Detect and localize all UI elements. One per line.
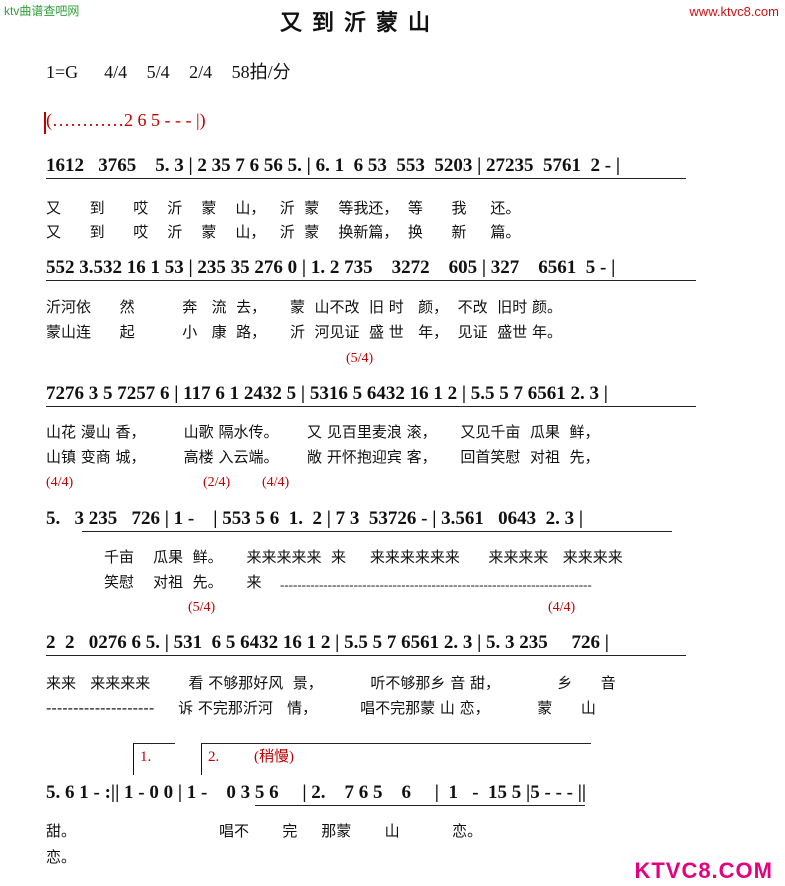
intro-bar [44,112,46,134]
lyrics-line-2b: 蒙山连 起 小 康 路， 沂 河见证 盛 世 年， 见证 盛世 年。 [46,323,562,341]
notation-line-3: 7276 3 5 7257 6 | 117 6 1 2432 5 | 5316 … [46,383,608,404]
lyrics-line-4a: 千亩 瓜果 鲜。 来来来来来 来 来来来来来来 来来来来 来来来来 [104,548,623,566]
song-title: 又到沂蒙山 [280,10,441,35]
lyrics-line-3a: 山花 漫山 香， 山歌 隔水传。 又 见百里麦浪 滚， 又见千亩 瓜果 鲜， [46,423,600,441]
notation-line-6: 5. 6 1 - :|| 1 - 0 0 | 1 - 0 3 5 6 | 2. … [46,782,587,803]
meter-marker-4-4-c: (4/4) [548,600,576,615]
ending-1-label: 1. [140,749,152,765]
lyrics-line-1a: 又 到 哎 沂 蒙 山， 沂 蒙 等我还， 等 我 还。 [46,199,521,217]
beam-line-1 [46,178,686,179]
beam-line-4 [82,531,672,532]
lyrics-line-5a: 来来 来来来来 看 不够那好风 景， 听不够那乡 音 甜， 乡 音 [46,674,616,692]
lyrics-line-2a: 沂河依 然 奔 流 去， 蒙 山不改 旧 时 颜， 不改 旧时 颜。 [46,298,562,316]
meter-marker-5-4: (5/4) [346,351,374,366]
beam-line-5 [46,655,686,656]
lyrics-line-1b: 又 到 哎 沂 蒙 山， 沂 蒙 换新篇， 换 新 篇。 [46,223,521,241]
meter-marker-2-4: (2/4) [203,475,231,490]
lyrics-line-3b: 山镇 变商 城， 高楼 入云端。 敞 开怀抱迎宾 客， 回首笑慰 对祖 先， [46,448,600,466]
beam-line-2 [46,280,696,281]
lyrics-line-6a: 甜。 唱不 完 那蒙 山 恋。 [46,822,483,840]
ending-1-top [133,743,175,744]
meter-marker-5-4-b: (5/4) [188,600,216,615]
lyrics-line-6b: 恋。 [46,848,77,866]
meter-marker-4-4: (4/4) [46,475,74,490]
ending-1-bracket [133,743,134,775]
lyrics-line-4b: 笑慰 对祖 先。 来 [104,573,262,591]
beam-line-3 [46,406,696,407]
site-watermark-right: www.ktvc8.com [689,4,779,19]
continuation-dashes: ----------------------------------------… [280,577,592,592]
beam-line-6 [255,805,585,806]
lyrics-line-5b: -------------------- 诉 不完那沂河 情， 唱不完那蒙 山 … [46,699,596,717]
meter-marker-4-4-b: (4/4) [262,475,290,490]
ritardando-marking: (稍慢) [254,749,294,765]
notation-line-2: 552 3.532 16 1 53 | 235 35 276 0 | 1. 2 … [46,257,616,278]
intro-line: (…………2 6 5 - - - |) [46,110,206,130]
notation-line-1: 1612 3765 5. 3 | 2 35 7 6 56 5. | 6. 1 6… [46,155,621,176]
key-and-tempo: 1=G 4/4 5/4 2/4 58拍/分 [46,62,291,82]
ktvc8-logo: KTVC8.COM [634,858,773,883]
ending-2-bracket [201,743,202,775]
notation-line-4: 5. 3 235 726 | 1 - | 553 5 6 1. 2 | 7 3 … [46,508,584,529]
ending-2-label: 2. [208,749,220,765]
site-watermark-left: ktv曲谱查吧网 [4,4,80,18]
notation-line-5: 2 2 0276 6 5. | 531 6 5 6432 16 1 2 | 5.… [46,632,609,653]
ending-2-top [201,743,591,744]
